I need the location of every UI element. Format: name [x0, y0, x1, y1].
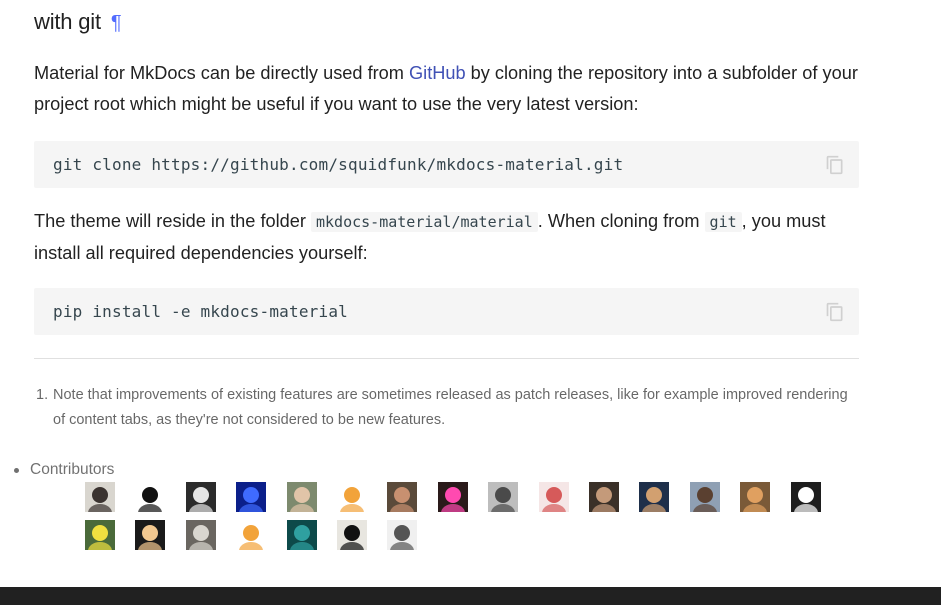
theme-text-2: . When cloning from [537, 211, 705, 231]
github-link[interactable]: GitHub [409, 63, 466, 83]
contributors-label: Contributors [30, 461, 115, 478]
footnote-item: 1. Note that improvements of existing fe… [34, 383, 859, 433]
contributor-avatar[interactable] [387, 520, 417, 550]
contributor-avatar[interactable] [287, 520, 317, 550]
list-bullet [14, 468, 19, 473]
heading-text: with git [34, 9, 101, 34]
code-text: git clone https://github.com/squidfunk/m… [53, 155, 624, 174]
contributor-avatar[interactable] [639, 482, 669, 512]
contributor-avatar[interactable] [589, 482, 619, 512]
copy-icon[interactable] [825, 302, 845, 322]
contributor-avatar[interactable] [438, 482, 468, 512]
section-heading: with git ¶ [34, 6, 122, 39]
contributor-avatar[interactable] [690, 482, 720, 512]
contributor-avatar[interactable] [740, 482, 770, 512]
contributor-avatar[interactable] [287, 482, 317, 512]
theme-paragraph: The theme will reside in the folder mkdo… [34, 206, 874, 269]
contributor-avatar[interactable] [85, 520, 115, 550]
footnotes-divider [34, 358, 859, 359]
copy-icon[interactable] [825, 155, 845, 175]
inline-code-folder: mkdocs-material/material [311, 212, 538, 232]
contributor-avatar[interactable] [488, 482, 518, 512]
contributor-avatar[interactable] [135, 482, 165, 512]
code-block-git-clone: git clone https://github.com/squidfunk/m… [34, 141, 859, 188]
contributor-avatar[interactable] [791, 482, 821, 512]
contributor-avatar[interactable] [337, 520, 367, 550]
contributor-avatar[interactable] [85, 482, 115, 512]
contributor-avatar[interactable] [337, 482, 367, 512]
intro-paragraph: Material for MkDocs can be directly used… [34, 58, 874, 120]
contributor-avatar[interactable] [236, 482, 266, 512]
contributor-avatar[interactable] [236, 520, 266, 550]
contributor-avatar[interactable] [135, 520, 165, 550]
contributor-avatar[interactable] [387, 482, 417, 512]
intro-text-before: Material for MkDocs can be directly used… [34, 63, 409, 83]
contributor-avatar[interactable] [539, 482, 569, 512]
contributor-avatar[interactable] [186, 520, 216, 550]
footnote-text: Note that improvements of existing featu… [53, 387, 848, 428]
permalink-anchor[interactable]: ¶ [111, 12, 122, 34]
footnote-number: 1. [36, 387, 49, 403]
footer-bar [0, 587, 941, 605]
inline-code-git: git [704, 212, 742, 232]
contributors-section: Contributors [14, 458, 114, 482]
code-text: pip install -e mkdocs-material [53, 302, 348, 321]
contributor-avatar[interactable] [186, 482, 216, 512]
code-block-pip-install: pip install -e mkdocs-material [34, 288, 859, 335]
theme-text-1: The theme will reside in the folder [34, 211, 311, 231]
